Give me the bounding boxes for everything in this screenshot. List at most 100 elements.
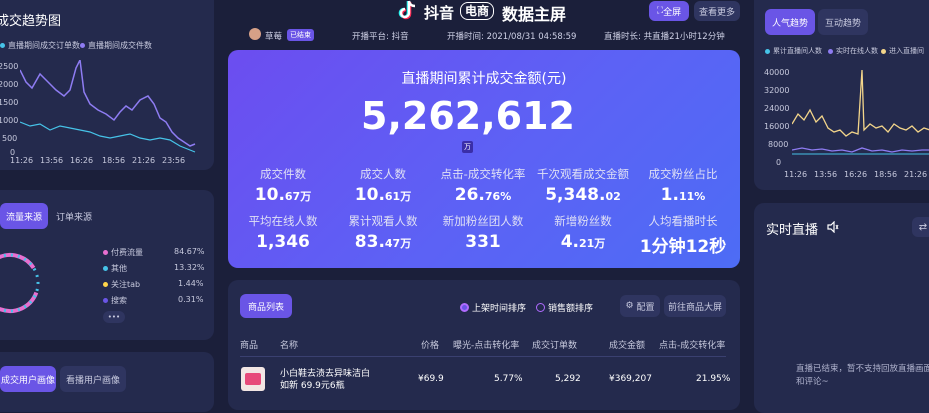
ytick: 500 — [2, 134, 18, 143]
metric-4: 成交粉丝占比 1.11% — [633, 166, 733, 205]
traffic-panel: 流量来源 订单来源 付费流量 84.67% 其他 13.32% 关注tab 1.… — [0, 190, 214, 340]
traffic-value: 84.67% — [174, 247, 205, 256]
traffic-donut-chart — [0, 253, 40, 313]
metric-label: 新增粉丝数 — [554, 214, 612, 228]
metric-0: 成交件数 10.67万 — [233, 166, 333, 205]
gmv-label: 直播期间累计成交金额(元) — [401, 71, 567, 87]
metric-label: 累计观看人数 — [348, 214, 418, 228]
popularity-panel: 人气趋势 互动趋势 累计直播间人数 实时在线人数 进入直播间 40000 320… — [754, 0, 929, 190]
product-screen-button[interactable]: 前往商品大屏 — [664, 295, 726, 317]
page-title: 数据主屏 — [502, 5, 567, 24]
metric-3: 千次观看成交金额 5,348.02 — [533, 166, 633, 205]
metric-7: 新加粉丝团人数 331 — [433, 213, 533, 252]
ytick: 24000 — [764, 104, 790, 113]
traffic-item: 其他 — [103, 263, 127, 274]
tab-popularity[interactable]: 人气趋势 — [765, 9, 815, 35]
persona-panel: 成交用户画像 看播用户画像 — [0, 352, 214, 412]
gear-icon: ⚙ — [625, 301, 634, 311]
fullscreen-button[interactable]: ⛶ 全屏 — [649, 1, 689, 21]
trend-panel: 成交趋势图 直播期间成交订单数 直播期间成交件数 2500 2000 1500 … — [0, 0, 214, 170]
tab-traffic-source[interactable]: 流量来源 — [0, 203, 48, 229]
col-header: 成交订单数 — [532, 341, 578, 351]
live-panel: 实时直播 ⇄ 直播已结束，暂不支持回放直播画面和评论~ — [754, 203, 929, 413]
product-thumbnail — [241, 367, 265, 391]
status-badge: 已结束 — [287, 29, 314, 41]
product-panel: 商品列表 上架时间排序 销售额排序 ⚙ 配置 前往商品大屏 商品 名称 价格 曝… — [228, 280, 740, 410]
metric-label: 人均看播时长 — [648, 214, 718, 228]
metric-value: 10.67万 — [254, 185, 312, 205]
traffic-value: 0.31% — [178, 295, 204, 304]
sort-by-time[interactable]: 上架时间排序 — [460, 301, 526, 314]
ytick: 1500 — [0, 98, 19, 107]
more-button[interactable]: ••• — [103, 311, 125, 323]
metric-value: 331 — [465, 232, 501, 252]
traffic-item: 搜索 — [103, 295, 127, 306]
sort-by-sales[interactable]: 销售额排序 — [536, 301, 593, 314]
avatar — [249, 28, 261, 40]
legend-orders: 直播期间成交订单数 — [0, 40, 80, 51]
product-amount: ¥369,207 — [609, 374, 652, 384]
traffic-item: 关注tab — [103, 279, 140, 290]
start-time: 开播时间: 2021/08/31 04:58:59 — [447, 32, 577, 42]
switch-icon[interactable]: ⇄ — [912, 217, 929, 237]
xtick: 16:26 — [844, 170, 868, 179]
metric-value: 5,348.02 — [545, 185, 621, 205]
gmv-value: 5,262,612 — [361, 94, 575, 138]
xtick: 18:56 — [102, 156, 126, 165]
metric-2: 点击-成交转化率 26.76% — [433, 166, 533, 205]
metric-value: 1分钟12秒 — [639, 237, 727, 257]
live-title: 实时直播 — [766, 223, 819, 238]
tiktok-logo-icon — [398, 0, 416, 20]
xtick: 21:26 — [904, 170, 928, 179]
xtick: 11:26 — [784, 170, 808, 179]
product-ctr: 5.77% — [494, 374, 523, 384]
divider — [240, 356, 726, 357]
tab-buyer-persona[interactable]: 成交用户画像 — [0, 366, 56, 392]
col-header: 点击-成交转化率 — [659, 341, 726, 351]
metric-label: 成交人数 — [360, 167, 406, 181]
metric-label: 平均在线人数 — [248, 214, 318, 228]
metric-value: 1.11% — [660, 185, 706, 205]
popularity-line-chart — [792, 70, 929, 155]
gmv-panel: 直播期间累计成交金额(元) 5,262,612 万 成交件数 10.67万 成交人数… — [228, 50, 740, 268]
col-header: 商品 — [240, 341, 259, 351]
trend-title: 成交趋势图 — [0, 14, 62, 29]
tab-order-source[interactable]: 订单来源 — [50, 203, 98, 229]
xtick: 18:56 — [874, 170, 898, 179]
ytick: 40000 — [764, 68, 790, 77]
legend-cumulative: 累计直播间人数 — [765, 46, 822, 56]
traffic-item: 付费流量 — [103, 247, 143, 258]
tab-viewer-persona[interactable]: 看播用户画像 — [60, 366, 126, 392]
metric-6: 累计观看人数 83.47万 — [333, 213, 433, 252]
metric-label: 点击-成交转化率 — [440, 167, 526, 181]
ytick: 16000 — [764, 122, 790, 131]
xtick: 11:26 — [10, 156, 34, 165]
product-name[interactable]: 小白鞋去渍去异味洁白如新 69.9元6瓶 — [280, 368, 376, 392]
host-name: 草莓 — [265, 32, 283, 42]
xtick: 16:26 — [70, 156, 94, 165]
brand-name: 抖音 — [424, 4, 455, 22]
config-button[interactable]: ⚙ 配置 — [620, 295, 660, 317]
xtick: 13:56 — [814, 170, 838, 179]
col-header: 成交金额 — [609, 341, 646, 351]
view-more-button[interactable]: 查看更多 — [694, 1, 740, 21]
metric-1: 成交人数 10.61万 — [333, 166, 433, 205]
metric-value: 1,346 — [256, 232, 310, 252]
ytick: 8000 — [768, 140, 789, 149]
metric-8: 新增粉丝数 4.21万 — [533, 213, 633, 252]
xtick: 23:56 — [162, 156, 186, 165]
metric-label: 成交件数 — [260, 167, 306, 181]
legend-enter: 进入直播间 — [881, 46, 924, 56]
metric-label: 千次观看成交金额 — [537, 167, 629, 181]
col-header: 名称 — [280, 341, 299, 351]
metric-label: 成交粉丝占比 — [648, 167, 718, 181]
brand-badge: 电商 — [460, 2, 495, 20]
metric-value: 10.61万 — [354, 185, 412, 205]
product-orders: 5,292 — [555, 374, 581, 384]
live-message: 直播已结束，暂不支持回放直播画面和评论~ — [796, 364, 929, 387]
tab-interaction[interactable]: 互动趋势 — [818, 9, 868, 35]
col-header: 价格 — [421, 341, 440, 351]
tab-product-list[interactable]: 商品列表 — [240, 294, 292, 318]
speaker-icon[interactable] — [827, 221, 839, 233]
traffic-value: 13.32% — [174, 263, 205, 272]
